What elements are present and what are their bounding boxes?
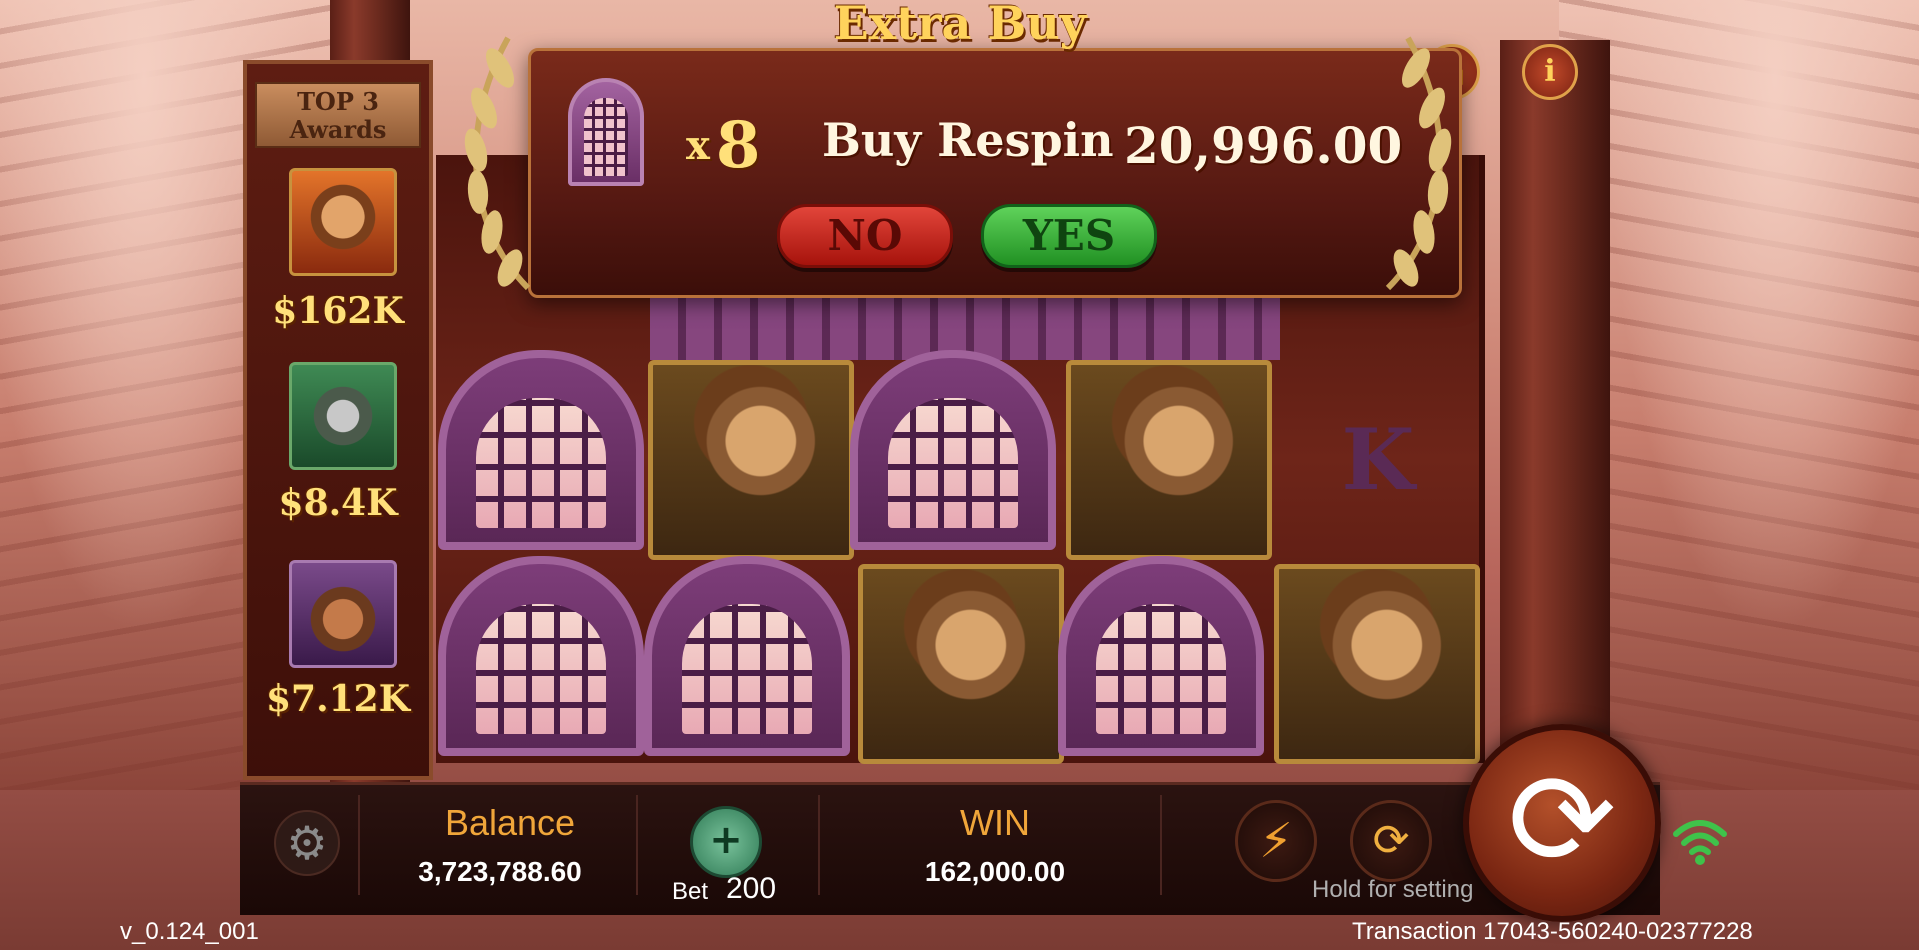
buy-respin-label: Buy Respin [822, 113, 1114, 167]
autoplay-icon[interactable]: ⟳ [1350, 800, 1432, 882]
extra-buy-title: Extra Buy [833, 0, 1087, 50]
turbo-lightning-icon[interactable]: ⚡ [1235, 800, 1317, 882]
stone-pillar-right [1500, 40, 1610, 790]
version-label: v_0.124_001 [120, 918, 259, 945]
arena-background-right [1559, 0, 1919, 790]
bear-icon [289, 560, 397, 668]
gladiator-portrait-icon [289, 168, 397, 276]
gate-symbol [438, 350, 644, 550]
gladiator-symbol [1066, 360, 1272, 560]
multiplier-value: 8 [715, 108, 761, 183]
award-value-1: $162K [272, 290, 404, 332]
settings-gear-icon[interactable]: ⚙ [274, 810, 340, 876]
gate-symbol [644, 556, 850, 756]
bet-value[interactable]: 200 [726, 872, 776, 906]
laurel-left-icon [464, 36, 531, 291]
yes-button[interactable]: YES [981, 204, 1157, 268]
respin-multiplier: x8 [686, 108, 760, 183]
gate-symbol [1058, 556, 1264, 756]
gladiator-symbol [858, 564, 1064, 764]
top-awards-title: TOP 3 Awards [255, 82, 421, 148]
hold-for-setting-label: Hold for setting [1312, 876, 1474, 903]
buy-respin-price: 20,996.00 [1124, 116, 1403, 175]
gate-symbol [850, 350, 1056, 550]
balance-label: Balance [444, 802, 576, 843]
wifi-signal-icon [1673, 820, 1727, 865]
gladiator-helmet-icon [289, 362, 397, 470]
bet-label: Bet [672, 878, 709, 905]
gladiator-symbol [1274, 564, 1480, 764]
gate-icon [568, 78, 644, 186]
info-icon[interactable]: i [1522, 44, 1578, 100]
top-awards-panel: TOP 3 Awards $162K $8.4K $7.12K [243, 60, 433, 780]
divider [358, 795, 360, 895]
win-value: 162,000.00 [924, 856, 1066, 887]
balance-value: 3,723,788.60 [418, 856, 582, 887]
award-value-3: $7.12K [265, 678, 411, 720]
award-value-2: $8.4K [278, 482, 398, 524]
divider [636, 795, 638, 895]
win-label: WIN [960, 802, 1030, 843]
no-button[interactable]: NO [777, 204, 953, 268]
gladiator-symbol [648, 360, 854, 560]
transaction-label: Transaction 17043-560240-02377228 [1352, 918, 1753, 945]
gate-symbol [438, 556, 644, 756]
divider [818, 795, 820, 895]
bet-chips-icon[interactable]: + [690, 806, 762, 878]
k-symbol: K [1341, 410, 1415, 509]
divider [1160, 795, 1162, 895]
spin-button[interactable]: ⟳ [1463, 724, 1661, 922]
multiplier-prefix: x [686, 122, 710, 169]
